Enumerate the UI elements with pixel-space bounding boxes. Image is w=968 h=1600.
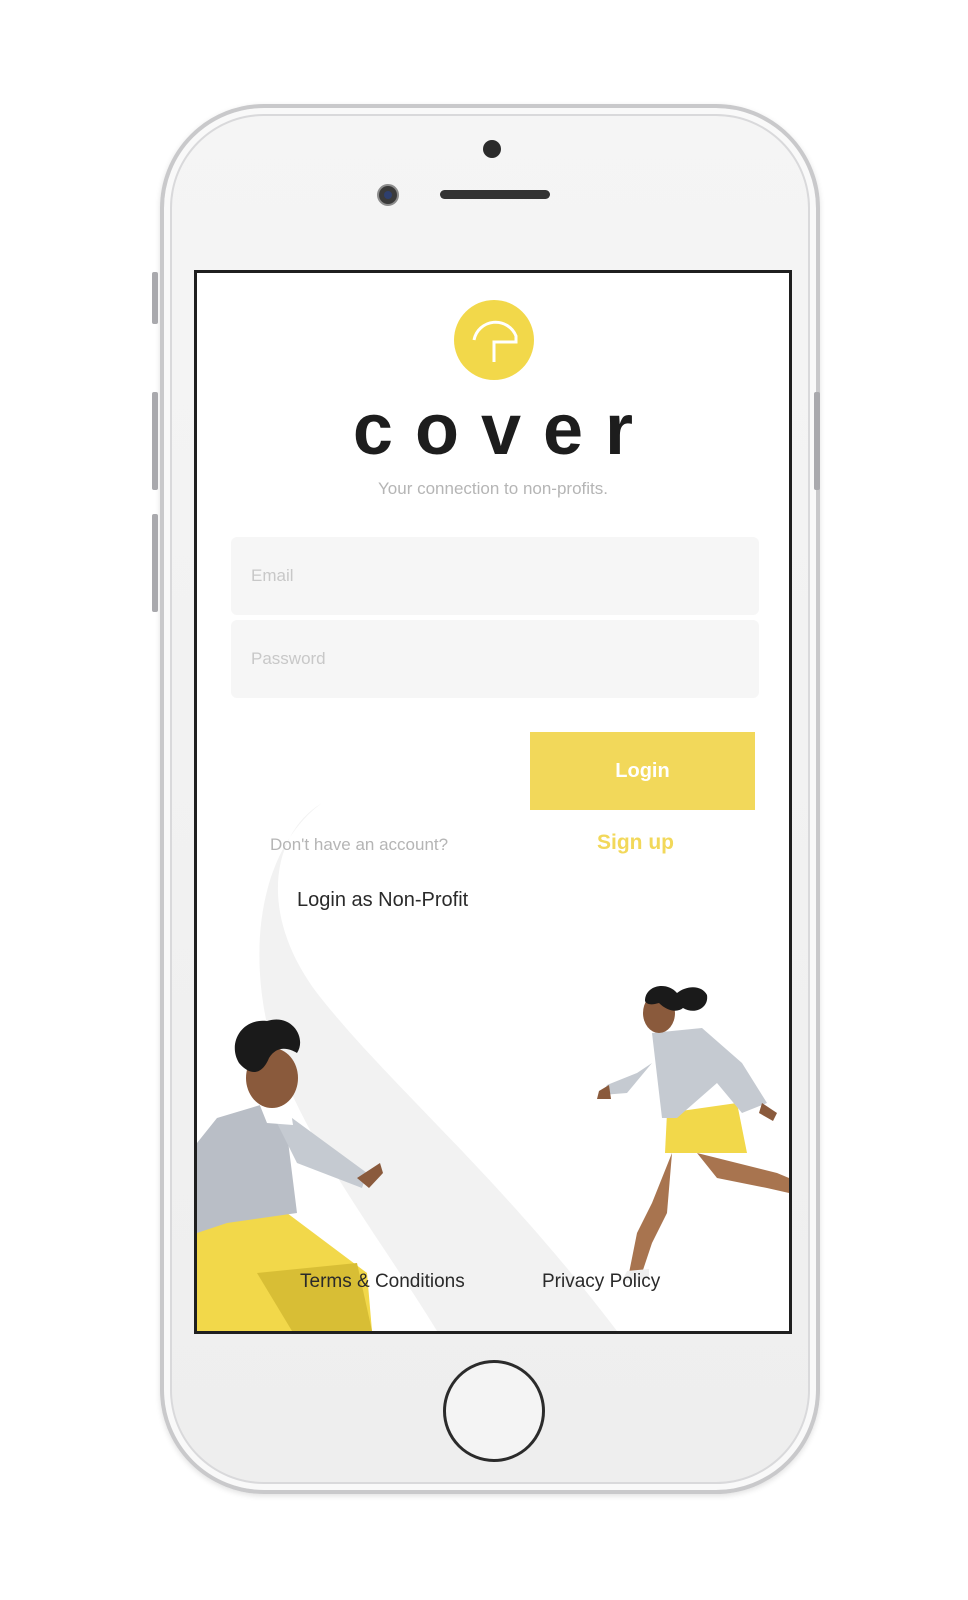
volume-down-button (152, 514, 158, 612)
login-button[interactable]: Login (530, 732, 755, 810)
mute-switch (152, 272, 158, 324)
front-camera-icon (377, 184, 399, 206)
power-button (814, 392, 820, 490)
cover-logo-icon (454, 300, 534, 380)
home-button[interactable] (443, 1360, 545, 1462)
login-nonprofit-link[interactable]: Login as Non-Profit (297, 889, 468, 912)
volume-up-button (152, 392, 158, 490)
email-field[interactable] (231, 537, 759, 615)
app-wordmark: cover (352, 390, 656, 470)
app-tagline: Your connection to non-profits. (378, 479, 608, 498)
right-person-figure (597, 986, 789, 1281)
password-field[interactable] (231, 620, 759, 698)
signup-link[interactable]: Sign up (597, 831, 674, 855)
privacy-link[interactable]: Privacy Policy (542, 1271, 660, 1293)
terms-link[interactable]: Terms & Conditions (300, 1271, 465, 1293)
earpiece-speaker (440, 190, 550, 199)
no-account-text: Don't have an account? (270, 835, 449, 854)
app-screen: cover Your connection to non-profits. Lo… (194, 270, 792, 1334)
proximity-sensor (483, 140, 501, 158)
